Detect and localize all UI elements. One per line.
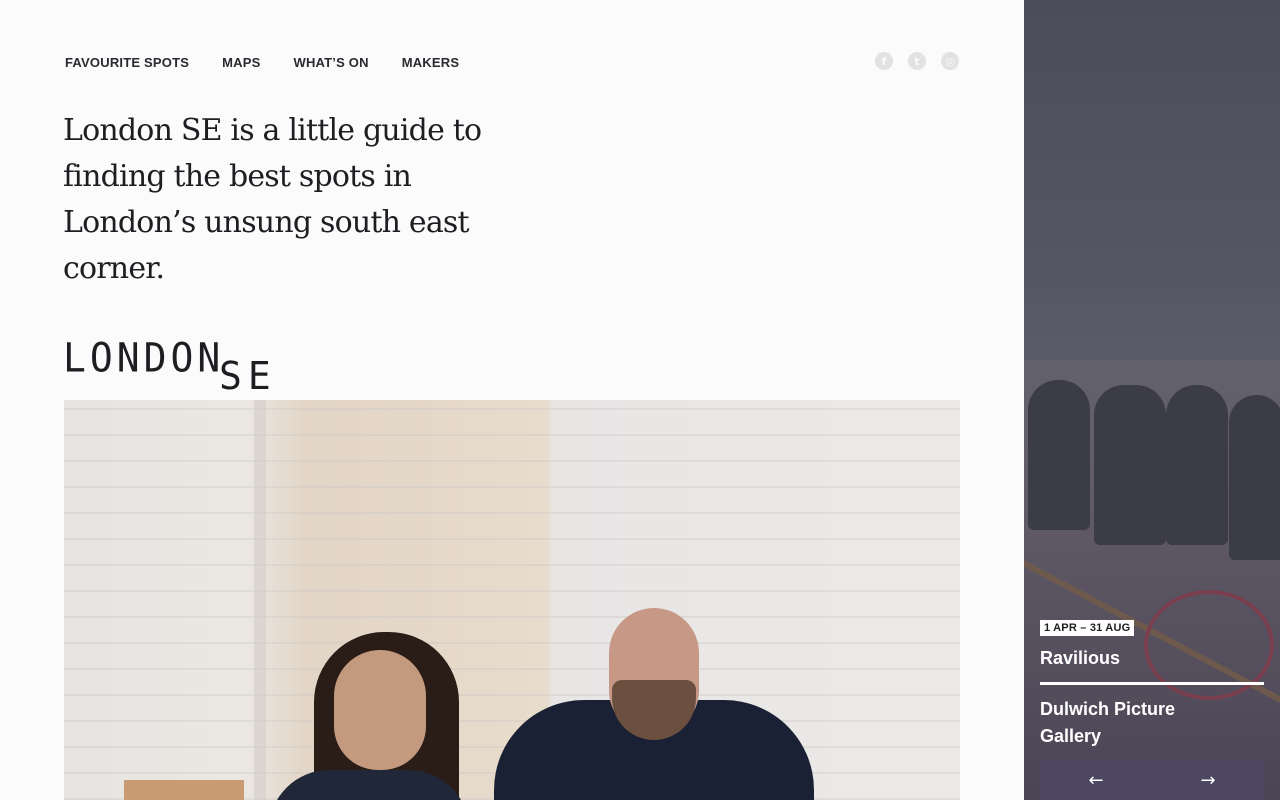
event-carousel-controls: ← →	[1040, 760, 1264, 800]
nav-favourite-spots[interactable]: FAVOURITE SPOTS	[65, 55, 189, 70]
instagram-icon[interactable]: ◎	[941, 52, 959, 70]
twitter-icon[interactable]: t	[908, 52, 926, 70]
nav-makers[interactable]: MAKERS	[402, 55, 460, 70]
hero-photo	[64, 400, 960, 800]
painting-figure	[1229, 395, 1280, 560]
photo-pillar	[254, 400, 266, 800]
main-content: FAVOURITE SPOTS MAPS WHAT’S ON MAKERS f …	[0, 0, 1024, 800]
nav-whats-on[interactable]: WHAT’S ON	[293, 55, 368, 70]
main-nav: FAVOURITE SPOTS MAPS WHAT’S ON MAKERS	[65, 55, 492, 70]
photo-table	[124, 780, 244, 800]
facebook-icon[interactable]: f	[875, 52, 893, 70]
event-title[interactable]: Ravilious	[1040, 648, 1120, 669]
event-divider	[1040, 682, 1264, 685]
logo-word-london: LONDON	[63, 334, 225, 382]
nav-maps[interactable]: MAPS	[222, 55, 260, 70]
social-links: f t ◎	[875, 52, 959, 70]
event-venue: Dulwich Picture Gallery	[1040, 699, 1176, 746]
painting-figure	[1166, 385, 1228, 545]
event-date-badge: 1 APR – 31 AUG	[1040, 620, 1135, 636]
logo-word-se: SE	[219, 354, 277, 398]
intro-text: London SE is a little guide to finding t…	[63, 113, 482, 286]
painting-figure	[1094, 385, 1166, 545]
next-arrow-icon[interactable]: →	[1152, 760, 1264, 800]
painting-figure	[1028, 380, 1090, 530]
prev-arrow-icon[interactable]: ←	[1040, 760, 1152, 800]
featured-event-panel[interactable]	[1024, 0, 1280, 800]
site-logo[interactable]: LONDON SE	[63, 334, 271, 402]
photo-person-left-face	[334, 650, 426, 770]
